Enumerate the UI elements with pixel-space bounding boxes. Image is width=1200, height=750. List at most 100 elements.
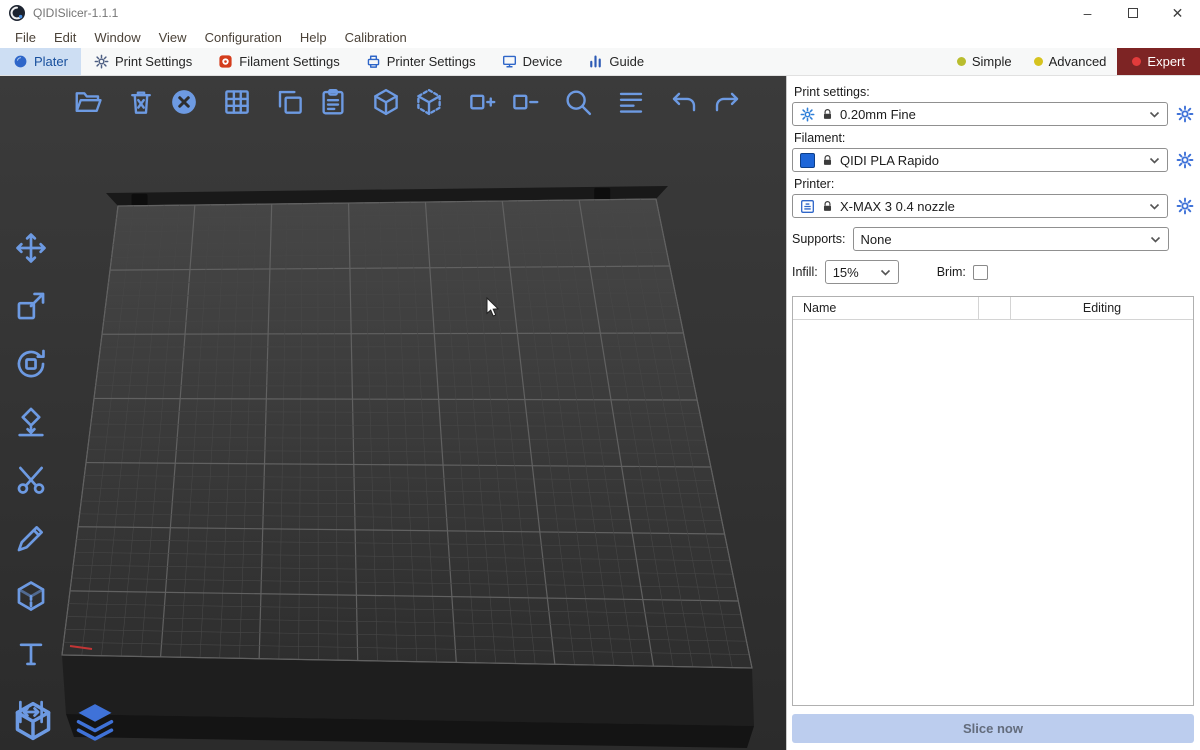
- add-instance-button[interactable]: [462, 82, 502, 122]
- chevron-down-icon: [1149, 111, 1160, 118]
- mode-dot-icon: [1132, 57, 1141, 66]
- preview-view-icon: [73, 699, 117, 743]
- tab-label: Printer Settings: [387, 54, 476, 69]
- chevron-down-icon: [880, 269, 891, 276]
- place-on-face-icon: [14, 405, 48, 439]
- mode-dot-icon: [957, 57, 966, 66]
- gear-icon: [1176, 151, 1194, 169]
- delete-button[interactable]: [121, 82, 161, 122]
- print-settings-gear-button[interactable]: [1176, 105, 1194, 123]
- mode-expert[interactable]: Expert: [1117, 48, 1200, 75]
- menu-window[interactable]: Window: [85, 30, 149, 45]
- tab-guide[interactable]: Guide: [575, 48, 657, 75]
- print-settings-value: 0.20mm Fine: [840, 107, 1143, 122]
- tab-printer-settings[interactable]: Printer Settings: [353, 48, 489, 75]
- variable-layer-height-icon: [616, 87, 646, 117]
- paint-support-button[interactable]: [8, 516, 54, 560]
- slice-now-button[interactable]: Slice now: [792, 714, 1194, 743]
- arrange-icon: [222, 87, 252, 117]
- variable-layer-height-button[interactable]: [611, 82, 651, 122]
- rotate-button[interactable]: [8, 342, 54, 386]
- delete-icon: [126, 87, 156, 117]
- redo-button[interactable]: [707, 82, 747, 122]
- column-header-editing[interactable]: Editing: [1010, 297, 1193, 319]
- tab-label: Device: [523, 54, 563, 69]
- split-to-objects-icon: [371, 87, 401, 117]
- undo-button[interactable]: [664, 82, 704, 122]
- mouse-cursor: [483, 297, 503, 319]
- editor-view-icon: [11, 699, 55, 743]
- supports-select[interactable]: None: [853, 227, 1169, 251]
- plater-icon: [13, 54, 28, 69]
- preset-gear-icon: [800, 107, 815, 122]
- search-icon: [563, 87, 593, 117]
- tab-label: Guide: [609, 54, 644, 69]
- menu-view[interactable]: View: [150, 30, 196, 45]
- guide-bars-icon: [588, 54, 603, 69]
- menu-edit[interactable]: Edit: [45, 30, 85, 45]
- tab-print-settings[interactable]: Print Settings: [81, 48, 205, 75]
- object-list-body[interactable]: [793, 320, 1193, 705]
- lock-icon: [821, 108, 834, 121]
- cut-button[interactable]: [8, 458, 54, 502]
- split-to-parts-button[interactable]: [409, 82, 449, 122]
- menu-help[interactable]: Help: [291, 30, 336, 45]
- filament-select[interactable]: QIDI PLA Rapido: [792, 148, 1168, 172]
- move-button[interactable]: [8, 226, 54, 270]
- tab-label: Print Settings: [115, 54, 192, 69]
- infill-label: Infill:: [792, 265, 818, 279]
- mode-simple[interactable]: Simple: [946, 48, 1023, 75]
- printer-gear-button[interactable]: [1176, 197, 1194, 215]
- filament-color-swatch: [800, 153, 815, 168]
- print-settings-select[interactable]: 0.20mm Fine: [792, 102, 1168, 126]
- paste-button[interactable]: [313, 82, 353, 122]
- place-on-face-button[interactable]: [8, 400, 54, 444]
- filament-gear-button[interactable]: [1176, 151, 1194, 169]
- copy-button[interactable]: [270, 82, 310, 122]
- tab-label: Filament Settings: [239, 54, 339, 69]
- column-header-extruder[interactable]: [978, 297, 1010, 319]
- printer-select[interactable]: X-MAX 3 0.4 nozzle: [792, 194, 1168, 218]
- preview-view-button[interactable]: [68, 694, 122, 748]
- view-switcher: [6, 694, 122, 748]
- mode-switcher: Simple Advanced Expert: [946, 48, 1200, 75]
- viewport-3d[interactable]: [0, 76, 786, 750]
- tab-filament-settings[interactable]: Filament Settings: [205, 48, 352, 75]
- scale-button[interactable]: [8, 284, 54, 328]
- filament-label: Filament:: [794, 131, 1194, 145]
- editor-view-button[interactable]: [6, 694, 60, 748]
- brim-checkbox[interactable]: [973, 265, 988, 280]
- cut-icon: [14, 463, 48, 497]
- menu-calibration[interactable]: Calibration: [336, 30, 416, 45]
- object-list-header: Name Editing: [793, 297, 1193, 320]
- search-button[interactable]: [558, 82, 598, 122]
- paste-icon: [318, 87, 348, 117]
- remove-instance-button[interactable]: [505, 82, 545, 122]
- mode-label: Advanced: [1049, 54, 1107, 69]
- maximize-button[interactable]: [1110, 0, 1155, 26]
- mode-advanced[interactable]: Advanced: [1023, 48, 1118, 75]
- delete-all-button[interactable]: [164, 82, 204, 122]
- filament-value: QIDI PLA Rapido: [840, 153, 1143, 168]
- seam-button[interactable]: [8, 574, 54, 618]
- text-button[interactable]: [8, 632, 54, 676]
- menu-configuration[interactable]: Configuration: [196, 30, 291, 45]
- tab-label: Plater: [34, 54, 68, 69]
- window-controls: – ✕: [1065, 0, 1200, 26]
- infill-select[interactable]: 15%: [825, 260, 899, 284]
- copy-icon: [275, 87, 305, 117]
- redo-icon: [712, 87, 742, 117]
- split-to-objects-button[interactable]: [366, 82, 406, 122]
- supports-label: Supports:: [792, 232, 846, 246]
- open-button[interactable]: [68, 82, 108, 122]
- menu-file[interactable]: File: [6, 30, 45, 45]
- chevron-down-icon: [1150, 236, 1161, 243]
- tab-plater[interactable]: Plater: [0, 48, 81, 75]
- gear-icon: [94, 54, 109, 69]
- close-button[interactable]: ✕: [1155, 0, 1200, 26]
- tab-device[interactable]: Device: [489, 48, 576, 75]
- minimize-button[interactable]: –: [1065, 0, 1110, 26]
- delete-all-icon: [169, 87, 199, 117]
- column-header-name[interactable]: Name: [793, 301, 978, 315]
- arrange-button[interactable]: [217, 82, 257, 122]
